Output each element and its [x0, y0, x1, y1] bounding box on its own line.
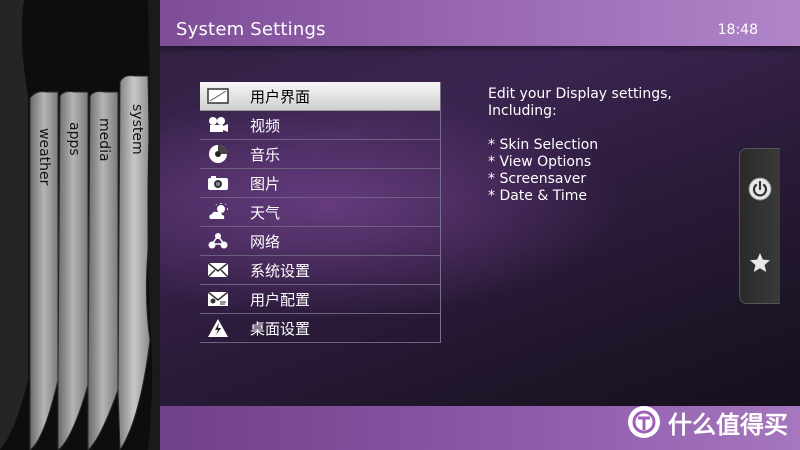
- clock: 18:48: [717, 22, 758, 38]
- menu-item-weather[interactable]: 天气: [200, 198, 440, 227]
- tab-stack: weather apps media system: [0, 0, 160, 450]
- menu-item-label: 音乐: [250, 145, 281, 164]
- description-line: Including:: [488, 103, 557, 119]
- tab-apps[interactable]: apps: [66, 122, 82, 156]
- menu-item-label: 桌面设置: [250, 319, 311, 338]
- power-button[interactable]: [746, 175, 774, 203]
- watermark-logo-icon: [628, 406, 660, 438]
- page-title: System Settings: [176, 19, 326, 40]
- menu-item-label: 网络: [250, 232, 281, 251]
- menu-item-pictures[interactable]: 图片: [200, 169, 440, 198]
- description-bullet: * Skin Selection: [488, 137, 599, 153]
- settings-description: Edit your Display settings, Including: *…: [488, 86, 728, 205]
- menu-item-music[interactable]: 音乐: [200, 140, 440, 169]
- menu-item-system-settings[interactable]: 系统设置: [200, 256, 440, 285]
- watermark: 什么值得买: [628, 404, 788, 440]
- user-profile-icon: [206, 289, 230, 309]
- power-icon: [748, 177, 772, 201]
- menu-item-label: 图片: [250, 174, 281, 193]
- menu-item-label: 用户配置: [250, 290, 311, 309]
- network-icon: [206, 231, 230, 251]
- favourites-button[interactable]: [746, 249, 774, 277]
- tab-weather[interactable]: weather: [36, 128, 52, 185]
- description-bullet: * Date & Time: [488, 188, 587, 204]
- system-settings-icon: [206, 260, 230, 280]
- menu-item-label: 用户界面: [250, 87, 311, 106]
- menu-item-user-interface[interactable]: 用户界面: [200, 82, 440, 111]
- side-button-panel: [739, 148, 780, 304]
- menu-item-label: 天气: [250, 203, 281, 222]
- menu-item-label: 视频: [250, 116, 281, 135]
- menu-item-user-profiles[interactable]: 用户配置: [200, 285, 440, 314]
- menu-item-label: 系统设置: [250, 261, 311, 280]
- menu-item-network[interactable]: 网络: [200, 227, 440, 256]
- settings-menu: 用户界面 视频 音乐 图片 天气 网络 系统设置 用户配置 桌面设置: [200, 82, 441, 343]
- display-icon: [206, 86, 230, 106]
- description-bullet: * View Options: [488, 154, 592, 170]
- description-line: Edit your Display settings,: [488, 86, 672, 102]
- menu-item-video[interactable]: 视频: [200, 111, 440, 140]
- weather-icon: [206, 202, 230, 222]
- tab-media[interactable]: media: [96, 118, 112, 162]
- tab-system[interactable]: system: [129, 104, 145, 155]
- watermark-text: 什么值得买: [668, 410, 788, 439]
- music-disc-icon: [206, 144, 230, 164]
- warning-icon: [206, 318, 230, 338]
- star-icon: [750, 253, 770, 272]
- menu-item-desktop-settings[interactable]: 桌面设置: [200, 314, 440, 343]
- camera-icon: [206, 173, 230, 193]
- video-camera-icon: [206, 115, 230, 135]
- description-bullet: * Screensaver: [488, 171, 587, 187]
